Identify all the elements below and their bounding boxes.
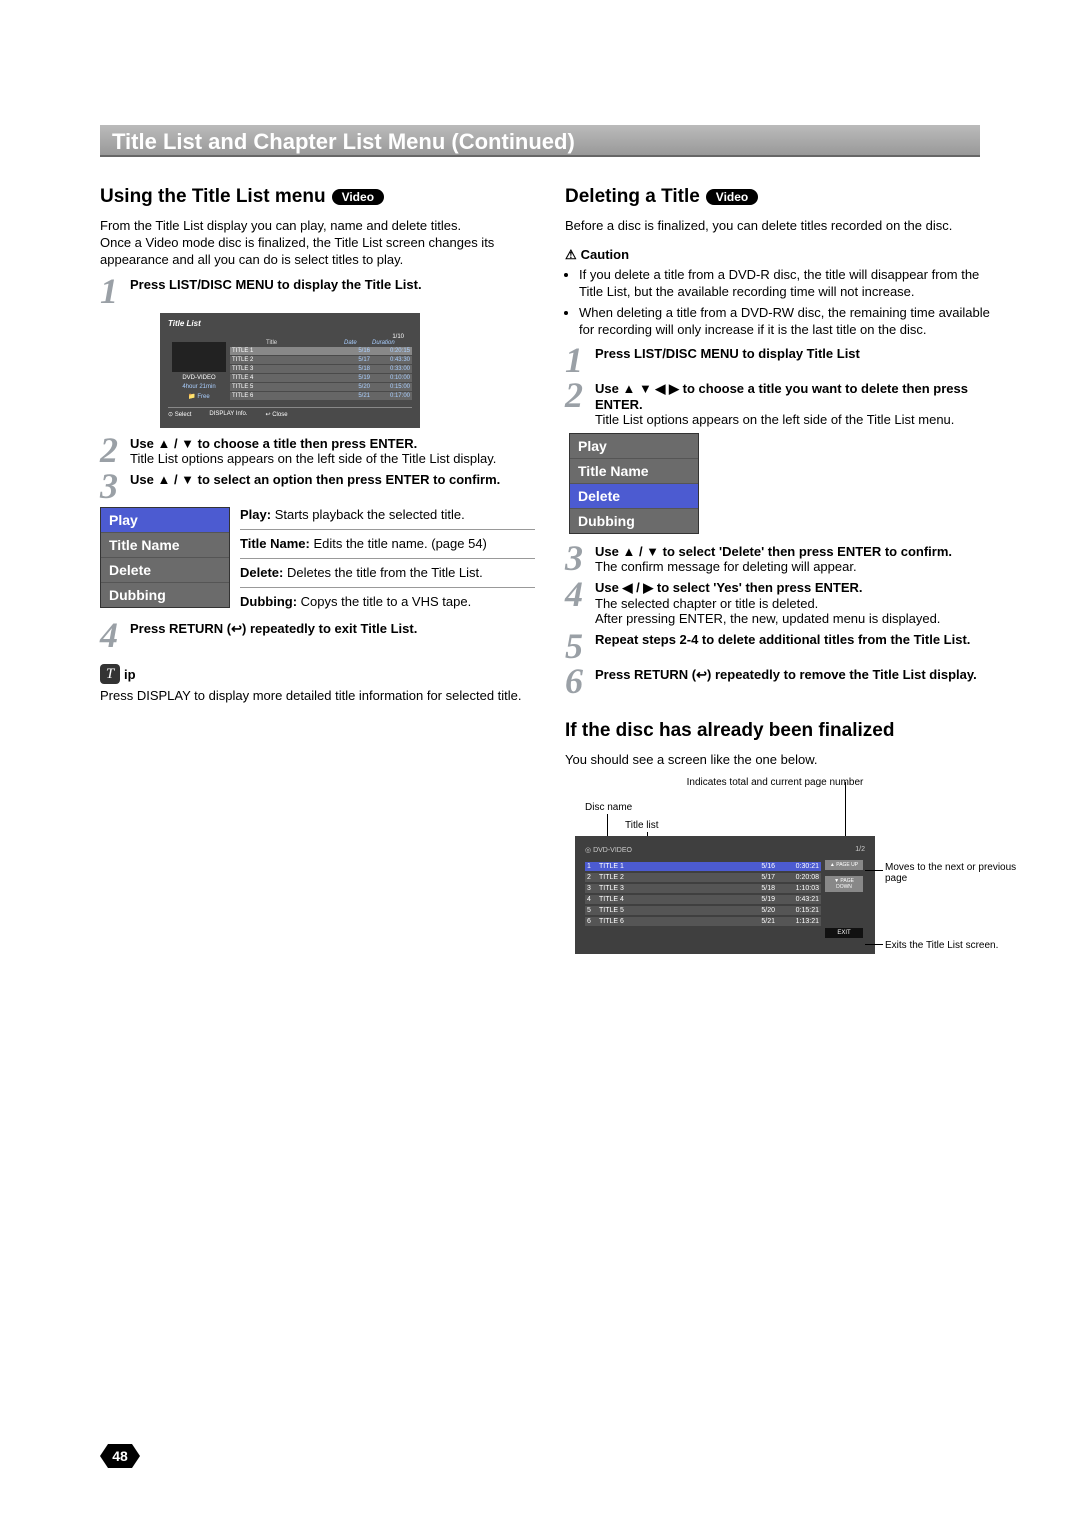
tl-free-label: 📁 Free [168,393,230,400]
ff-row: 1TITLE 15/160:30:21 [585,862,821,871]
ff-lbl-tl: Title list [625,820,659,831]
ff-side-exit: Exits the Title List screen. [885,940,1035,951]
ff-row: 5TITLE 55/200:15:21 [585,906,821,915]
desc-del-label: Delete: [240,565,287,580]
video-pill: Video [706,189,758,205]
tip-label: ip [124,667,136,682]
option-box: Play Title Name Delete Dubbing [569,433,699,534]
desc-dub-label: Dubbing: [240,594,301,609]
step-number-5: 5 [565,632,595,661]
ff-head-right: 1/2 [855,846,865,854]
page-up-button: ▲ PAGE UP [825,860,863,870]
r-step1: Press LIST/DISC MENU to display Title Li… [595,346,860,361]
tl-time-label: 4hour 21min [168,384,230,390]
tl-foot-close: ↩ Close [266,411,288,418]
step3-bold: Use ▲ / ▼ to select an option then press… [130,472,500,487]
r-step3-text: The confirm message for deleting will ap… [595,559,857,574]
desc-del-text: Deletes the title from the Title List. [287,565,483,580]
step-number-4: 4 [565,580,595,609]
tl-foot-info: DISPLAY Info. [209,411,247,418]
r-step4-bold: Use ◀ / ▶ to select 'Yes' then press ENT… [595,580,863,595]
ff-row: 4TITLE 45/190:43:21 [585,895,821,904]
tl-col-date: Date [344,340,372,346]
tl-col-duration: Duration [372,340,412,346]
ff-lbl-disc: Disc name [585,802,632,813]
r-step4-text2: After pressing ENTER, the new, updated m… [595,611,940,626]
option-delete: Delete [570,484,698,509]
step2-text: Title List options appears on the left s… [130,451,496,466]
tl-header: Title List [168,319,412,328]
r-step6: Press RETURN (↩) repeatedly to remove th… [595,667,977,682]
option-play: Play [101,508,229,533]
step-number-2: 2 [565,381,595,410]
title-list-screenshot: Title List 1/10 DVD-VIDEO 4hour 21min 📁 … [160,313,420,428]
step2-bold: Use ▲ / ▼ to choose a title then press E… [130,436,417,451]
option-box: Play Title Name Delete Dubbing [100,507,230,608]
tl-row: TITLE 25/170:43:30 [230,356,412,364]
step4-text: Press RETURN (↩) repeatedly to exit Titl… [130,621,417,636]
desc-tn-label: Title Name: [240,536,313,551]
step-number-6: 6 [565,667,595,696]
r-step2-text: Title List options appears on the left s… [595,412,954,427]
r-step2-bold: Use ▲ ▼ ◀ ▶ to choose a title you want t… [595,381,968,412]
step1-text: Press LIST/DISC MENU to display the Titl… [130,277,422,292]
caution-item: When deleting a title from a DVD-RW disc… [579,305,1000,339]
ff-head-left: DVD-VIDEO [593,847,632,854]
video-pill: Video [332,189,384,205]
r-step3-bold: Use ▲ / ▼ to select 'Delete' then press … [595,544,952,559]
step-number-3: 3 [100,472,130,501]
right-column: Deleting a Title Video Before a disc is … [565,180,1000,954]
finalized-heading: If the disc has already been finalized [565,720,894,742]
tl-row: TITLE 35/180:33:00 [230,365,412,373]
tl-col-title: Title [266,340,344,346]
tl-dvd-label: DVD-VIDEO [168,375,230,381]
tl-row: TITLE 65/210:17:00 [230,392,412,400]
deleting-title-heading: Deleting a Title [565,186,700,208]
finalized-intro: You should see a screen like the one bel… [565,752,1000,769]
desc-dub-text: Copys the title to a VHS tape. [301,594,472,609]
page-number: 48 [100,1444,140,1468]
exit-button: EXIT [825,928,863,938]
tip-text: Press DISPLAY to display more detailed t… [100,688,535,705]
tl-row: TITLE 55/200:15:00 [230,383,412,391]
desc-play-label: Play: [240,507,275,522]
tl-row: TITLE 15/160:20:15 [230,347,412,355]
page-title: Title List and Chapter List Menu (Contin… [100,125,980,157]
step-number-1: 1 [565,346,595,375]
finalized-figure: Indicates total and current page number … [565,777,985,954]
left-column: Using the Title List menu Video From the… [100,180,535,954]
step-number-1: 1 [100,277,130,306]
r-step4-text1: The selected chapter or title is deleted… [595,596,818,611]
caution-item: If you delete a title from a DVD-R disc,… [579,267,1000,301]
ff-row: 3TITLE 35/181:10:03 [585,884,821,893]
r-step5: Repeat steps 2-4 to delete additional ti… [595,632,970,647]
option-titlename: Title Name [570,459,698,484]
option-play: Play [570,434,698,459]
ff-screen: ◎ DVD-VIDEO 1/2 1TITLE 15/160:30:21 2TIT… [575,836,875,954]
del-intro: Before a disc is finalized, you can dele… [565,218,1000,235]
tl-row: TITLE 45/190:10:00 [230,374,412,382]
using-title-list-heading: Using the Title List menu [100,186,326,208]
page-down-button: ▼ PAGE DOWN [825,876,863,892]
step-number-3: 3 [565,544,595,573]
ff-caption: Indicates total and current page number [565,777,985,788]
desc-play-text: Starts playback the selected title. [275,507,465,522]
using-intro: From the Title List display you can play… [100,218,535,269]
ff-row: 6TITLE 65/211:13:21 [585,917,821,926]
option-dubbing: Dubbing [101,583,229,607]
option-dubbing: Dubbing [570,509,698,533]
desc-tn-text: Edits the title name. (page 54) [313,536,486,551]
step-number-4: 4 [100,621,130,650]
caution-label: Caution [581,247,629,262]
ff-row: 2TITLE 25/170:20:08 [585,873,821,882]
caution-icon: ⚠ [565,247,577,263]
step-number-2: 2 [100,436,130,465]
option-delete: Delete [101,558,229,583]
tl-foot-select: ⊙ Select [168,411,191,418]
tip-icon: T [100,664,120,684]
ff-side-move: Moves to the next or previous page [885,862,1035,884]
option-titlename: Title Name [101,533,229,558]
